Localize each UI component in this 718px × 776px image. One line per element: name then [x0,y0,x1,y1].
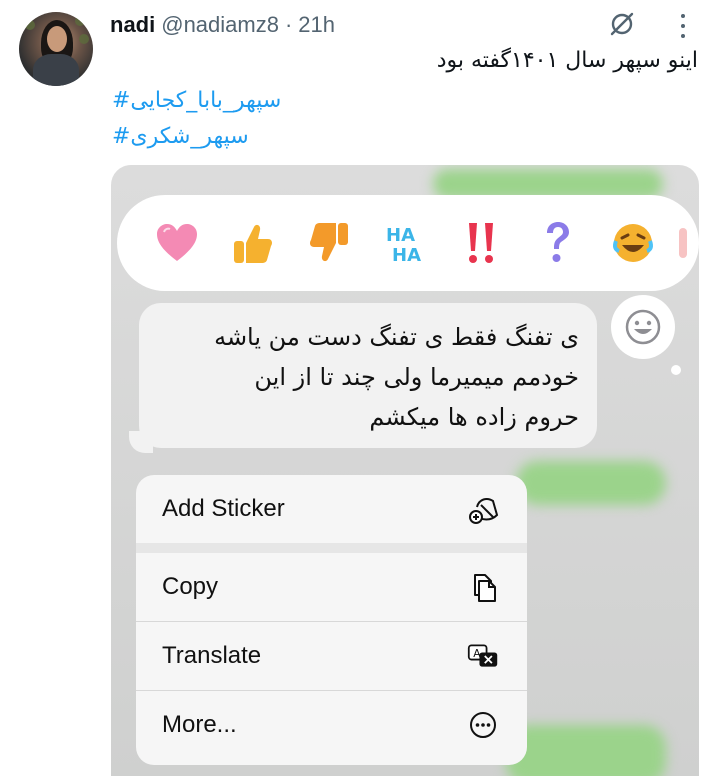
heart-icon [147,219,206,267]
message-line: حروم زاده ها میکشم [369,403,579,431]
menu-item-label: Translate [162,642,262,669]
more-menu-item[interactable]: More... [136,691,527,759]
thumbs-down-icon [299,219,358,267]
author-handle[interactable]: @nadiamz8 [161,12,279,38]
ellipsis-circle-icon [467,709,499,741]
add-reaction-button[interactable] [611,295,681,375]
hashtag-link[interactable]: سپهر_شکری# [112,124,249,149]
copy-icon [467,571,499,603]
bubble-tail [129,431,153,453]
tweet-media[interactable]: HA HA ی تفنگ فقط ی تفنگ دست من یاشه خودم… [111,165,699,776]
smiley-icon [625,309,661,345]
context-menu: Add Sticker Copy Translate A More... [136,475,527,765]
haha-text: HA [386,225,415,246]
menu-item-label: More... [162,711,237,738]
message-bubble[interactable]: ی تفنگ فقط ی تفنگ دست من یاشه خودمم میمی… [139,303,597,448]
tweet: nadi @nadiamz8 · 21h اینو سپهر سال ۱۴۰۱گ… [0,0,718,776]
avatar[interactable] [19,12,93,86]
hashtag-link[interactable]: سپهر_بابا_کجایی# [112,88,281,113]
double-exclamation-icon [451,219,510,267]
menu-item-label: Add Sticker [162,495,285,522]
haha-text: HA [392,245,421,265]
tweet-header: nadi @nadiamz8 · 21h [110,10,335,40]
menu-divider [136,543,527,553]
message-line: خودمم میمیرما ولی چند تا از این [254,363,579,391]
copy-menu-item[interactable]: Copy [136,553,527,621]
blurred-message [516,461,666,505]
more-options-icon[interactable] [676,14,690,38]
add-sticker-menu-item[interactable]: Add Sticker [136,475,527,543]
translate-menu-item[interactable]: Translate A [136,622,527,690]
blurred-message [506,725,666,776]
tweet-text: اینو سپهر سال ۱۴۰۱گفته بود [436,48,698,73]
reaction-bar: HA HA [117,195,699,291]
separator-dot: · [284,12,293,37]
thumbs-up-icon [223,219,282,267]
haha-icon: HA HA [375,219,434,267]
author-name[interactable]: nadi [110,12,155,38]
translate-icon: A [467,640,499,672]
tweet-time[interactable]: 21h [298,12,335,38]
message-line: ی تفنگ فقط ی تفنگ دست من یاشه [214,323,579,351]
grok-icon[interactable] [606,8,638,40]
laughing-face-icon [603,219,662,267]
sticker-icon [467,493,499,525]
question-icon [527,219,586,267]
partial-reaction [679,228,687,258]
menu-item-label: Copy [162,573,219,600]
